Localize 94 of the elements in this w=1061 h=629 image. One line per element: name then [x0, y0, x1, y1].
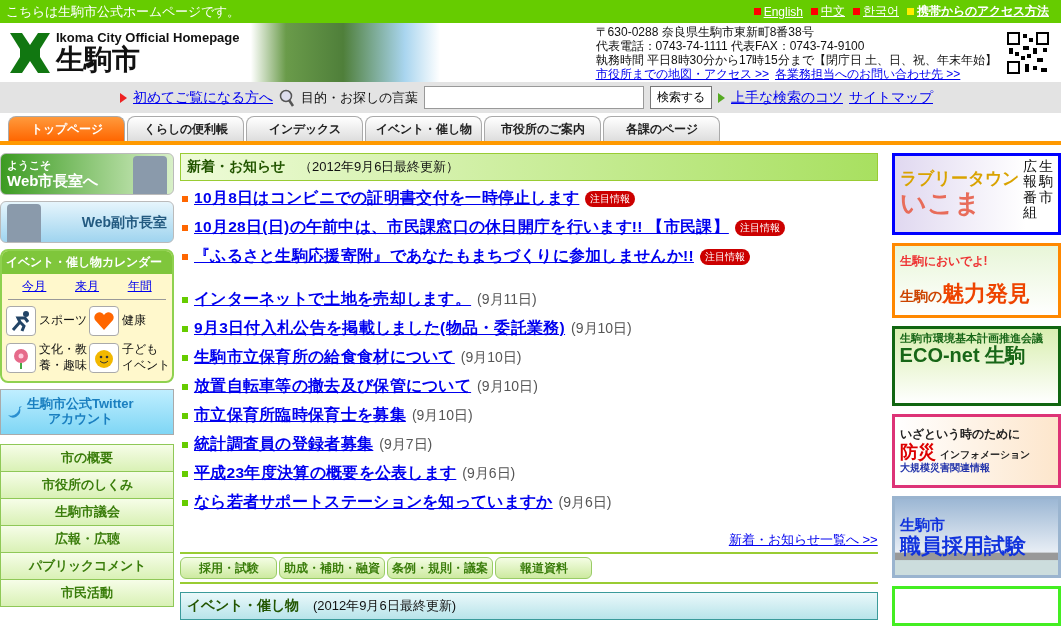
- bullet-icon: [182, 412, 188, 419]
- featured-badge: 注目情報: [585, 190, 636, 207]
- partial-banner[interactable]: [891, 586, 1061, 626]
- info-link[interactable]: 各業務担当へのお問い合わせ先 >>: [774, 66, 961, 81]
- period-link[interactable]: 今月: [22, 278, 47, 295]
- category-button[interactable]: 報道資料: [495, 557, 592, 579]
- logo-title: 生駒市: [56, 45, 141, 75]
- category-tile[interactable]: [89, 306, 119, 336]
- news-link[interactable]: 放置自転車等の撤去及び保管について: [194, 376, 472, 397]
- news-date: (9月10日): [477, 377, 538, 396]
- bullet-icon: [182, 253, 188, 260]
- photo-placeholder: [133, 156, 167, 194]
- sidebar-menu-item[interactable]: パブリックコメント: [0, 552, 174, 581]
- news-link[interactable]: 10月8日はコンビニでの証明書交付を一時停止します: [194, 188, 580, 209]
- news-date: (9月10日): [460, 348, 522, 367]
- news-date: (9月6日): [462, 464, 516, 483]
- news-date: (9月7日): [379, 435, 433, 454]
- sidebar-menu-item[interactable]: 広報・広聴: [0, 525, 174, 554]
- category-button[interactable]: 採用・試験: [180, 557, 277, 579]
- news-link[interactable]: インターネットで土地を売却します。: [194, 289, 472, 310]
- first-visit-link[interactable]: 初めてご覧になる方へ: [133, 88, 273, 107]
- news-link[interactable]: 平成23年度決算の概要を公表します: [194, 463, 457, 484]
- bullet-icon: [182, 296, 188, 303]
- update-date: （2012年9月6日最終更新）: [299, 158, 460, 176]
- city-charm-banner[interactable]: 生駒においでよ! 生駒の魅力発見: [891, 243, 1061, 318]
- news-link[interactable]: 『ふるさと生駒応援寄附』であなたもまちづくりに参加しませんか!!: [194, 246, 694, 267]
- bullet-icon: [182, 224, 188, 231]
- news-link[interactable]: なら若者サポートステーションを知っていますか: [194, 492, 553, 513]
- qr-code-icon: [1007, 31, 1049, 74]
- period-link[interactable]: 来月: [75, 278, 99, 295]
- news-date: (9月11日): [477, 290, 537, 309]
- contact-info-line: 代表電話：0743-74-1111 代表FAX：0743-74-9100: [595, 38, 866, 53]
- bullet-icon: [182, 441, 188, 448]
- search-button[interactable]: 検索する: [650, 86, 712, 109]
- info-link[interactable]: 市役所までの地図・アクセス >>: [595, 66, 769, 81]
- category-tile[interactable]: [6, 342, 36, 373]
- news-date: (9月10日): [411, 406, 473, 425]
- nav-tab[interactable]: イベント・催し物: [365, 116, 482, 141]
- site-notice: こちらは生駒市公式ホームページです。: [6, 2, 240, 21]
- category-label: 健康: [122, 313, 146, 329]
- bullet-icon: [182, 470, 188, 477]
- category-label: 文化・教 養・趣味: [39, 342, 87, 374]
- contact-info-line: 執務時間 平日8時30分から17時15分まで【閉庁日 土、日、祝、年末年始】: [595, 52, 997, 67]
- photo-placeholder: [7, 204, 41, 242]
- search-label: 目的・お探しの言葉: [301, 88, 418, 107]
- nav-tab[interactable]: 各課のページ: [603, 116, 720, 141]
- news-link[interactable]: 10月28日(日)の午前中は、市民課窓口の休日開庁を行います!! 【市民課】: [194, 217, 729, 238]
- bullet-icon: [182, 354, 188, 361]
- bullet-icon: [182, 383, 188, 390]
- bullet-icon: [182, 325, 188, 332]
- update-date: (2012年9月6日最終更新): [313, 597, 457, 615]
- magnifier-icon: [279, 88, 295, 107]
- sidebar-menu-item[interactable]: 市役所のしくみ: [0, 471, 174, 500]
- search-help-link[interactable]: サイトマップ: [849, 88, 933, 107]
- bullet-icon: [182, 499, 188, 506]
- logo-subtitle: Ikoma City Official Homepage: [56, 30, 240, 45]
- sidebar-menu-item[interactable]: 市の概要: [0, 444, 174, 473]
- disaster-info-banner[interactable]: いざという時のために 防災 インフォメーション 大規模災害関連情報: [891, 414, 1061, 488]
- section-title: 新着・お知らせ: [187, 158, 285, 176]
- vice-mayor-banner[interactable]: Web副市長室: [0, 201, 174, 243]
- category-tile[interactable]: [89, 342, 119, 373]
- section-title: イベント・催し物: [187, 597, 299, 615]
- featured-badge: 注目情報: [699, 248, 750, 265]
- nav-tab[interactable]: 市役所のご案内: [484, 116, 601, 141]
- category-label: スポーツ: [39, 313, 87, 329]
- category-button[interactable]: 条例・規則・議案: [387, 557, 493, 579]
- triangle-icon: [120, 92, 127, 103]
- news-link[interactable]: 生駒市立保育所の給食食材について: [194, 347, 455, 368]
- news-link[interactable]: 9月3日付入札公告を掲載しました(物品・委託業務): [194, 318, 566, 339]
- news-link[interactable]: 統計調査員の登録者募集: [194, 434, 374, 455]
- bullet-icon: [182, 195, 188, 202]
- period-link[interactable]: 年間: [127, 278, 152, 295]
- category-button[interactable]: 助成・補助・融資: [279, 557, 385, 579]
- news-date: (9月10日): [571, 319, 632, 338]
- eco-net-banner[interactable]: 生駒市環境基本計画推進会議 ECO-net 生駒: [891, 326, 1061, 406]
- category-label: 子ども イベント: [122, 342, 170, 374]
- sidebar-menu-item[interactable]: 生駒市議会: [0, 498, 174, 527]
- news-link[interactable]: 市立保育所臨時保育士を募集: [194, 405, 406, 426]
- triangle-icon: [718, 92, 725, 103]
- search-help-link[interactable]: 上手な検索のコツ: [731, 88, 843, 107]
- city-emblem-icon: [8, 30, 52, 75]
- heart-icon: [93, 311, 115, 331]
- search-field[interactable]: [424, 86, 644, 109]
- nav-tab[interactable]: くらしの便利帳: [127, 116, 244, 141]
- staff-recruitment-banner[interactable]: 生駒市 職員採用試験: [891, 496, 1061, 578]
- nav-tab[interactable]: インデックス: [246, 116, 363, 141]
- category-tile[interactable]: [6, 306, 36, 336]
- contact-info-line: 〒630-0288 奈良県生駒市東新町8番38号: [595, 24, 815, 39]
- news-date: (9月6日): [558, 493, 612, 512]
- calendar-title: イベント・催し物カレンダー: [2, 251, 172, 274]
- sidebar-menu-item[interactable]: 市民活動: [0, 579, 174, 608]
- news-list-link[interactable]: 新着・お知らせ一覧へ >>: [728, 531, 878, 549]
- featured-badge: 注目情報: [734, 219, 785, 236]
- runner-icon: [10, 310, 32, 332]
